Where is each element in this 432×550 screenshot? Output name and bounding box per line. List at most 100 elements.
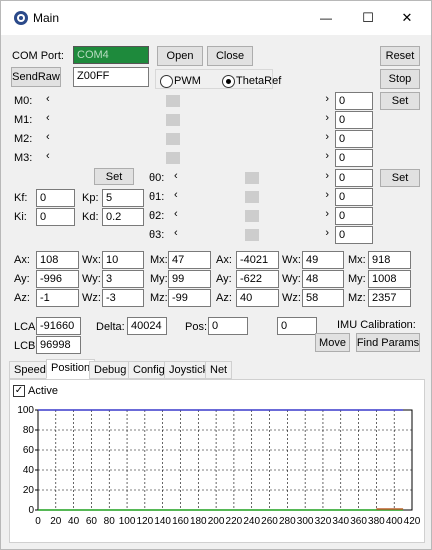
imu-value: -622	[236, 270, 279, 288]
imu-label: Ay:	[216, 273, 232, 285]
imu-label: Wx:	[282, 254, 301, 266]
reset-button[interactable]: Reset	[380, 46, 420, 66]
tab-debug[interactable]: Debug	[89, 361, 132, 379]
theta-3-value-input[interactable]: 0	[335, 226, 373, 244]
ki-label: Ki:	[14, 211, 27, 223]
theta-2-value-input[interactable]: 0	[335, 207, 373, 225]
chevron-left-icon[interactable]: ‹	[174, 227, 178, 239]
theta-3-slider[interactable]: ‹ ›	[171, 226, 332, 244]
chevron-left-icon[interactable]: ‹	[46, 112, 50, 124]
kp-input[interactable]: 5	[102, 189, 144, 207]
raw-command-input[interactable]: Z00FF	[73, 67, 149, 87]
x-tick-label: 80	[104, 516, 116, 527]
chevron-right-icon[interactable]: ›	[325, 150, 329, 162]
pos-input-1[interactable]: 0	[208, 317, 248, 335]
chevron-right-icon[interactable]: ›	[325, 93, 329, 105]
motor-2-slider-thumb[interactable]	[165, 133, 180, 145]
imu-label: Wy:	[82, 273, 101, 285]
com-port-label: COM Port:	[12, 50, 64, 62]
chevron-right-icon[interactable]: ›	[325, 208, 329, 220]
motor-0-slider[interactable]: ‹ ›	[43, 92, 332, 110]
chevron-left-icon[interactable]: ‹	[46, 131, 50, 143]
chevron-left-icon[interactable]: ‹	[46, 93, 50, 105]
motor-1-slider-thumb[interactable]	[165, 114, 180, 126]
theta-3-slider-thumb[interactable]	[244, 229, 259, 241]
minimize-button[interactable]: —	[306, 1, 346, 35]
imu-value: 1008	[368, 270, 411, 288]
imu-value: 47	[168, 251, 211, 269]
x-tick-label: 20	[50, 516, 62, 527]
chevron-right-icon[interactable]: ›	[325, 131, 329, 143]
position-tab-page: ✓ Active 0 20 40 60 80 100 120 140 160 180 200 220 2…	[9, 379, 425, 543]
move-button[interactable]: Move	[315, 333, 350, 352]
sendraw-button[interactable]: SendRaw	[11, 67, 61, 87]
motor-2-slider[interactable]: ‹ ›	[43, 130, 332, 148]
motor-1-slider[interactable]: ‹ ›	[43, 111, 332, 129]
x-tick-label: 220	[226, 516, 243, 527]
motor-1-value-input[interactable]: 0	[335, 111, 373, 129]
imu-label: Mz:	[150, 292, 168, 304]
chevron-left-icon[interactable]: ‹	[174, 189, 178, 201]
motor-3-value-input[interactable]: 0	[335, 149, 373, 167]
active-checkbox[interactable]: ✓	[13, 385, 25, 397]
kf-input[interactable]: 0	[36, 189, 75, 207]
maximize-button[interactable]: ☐	[348, 1, 388, 35]
motor-1-label: M1:	[14, 114, 33, 126]
position-chart: 0 20 40 60 80 100 120 140 160 180 200 220 240 260 280 3…	[17, 405, 421, 527]
theta-2-slider-thumb[interactable]	[244, 210, 259, 222]
pos-input-2[interactable]: 0	[277, 317, 317, 335]
theta-3-label: θ3:	[149, 229, 165, 241]
com-port-select[interactable]: COM4	[73, 46, 149, 64]
tab-speed[interactable]: Speed	[9, 361, 51, 379]
theta-1-label: θ1:	[149, 191, 165, 203]
tab-net[interactable]: Net	[205, 361, 233, 379]
motor-3-slider[interactable]: ‹ ›	[43, 149, 332, 167]
pwm-radio[interactable]	[160, 75, 173, 88]
theta-0-slider-thumb[interactable]	[244, 172, 259, 184]
y-tick-label: 80	[23, 425, 35, 436]
find-params-button[interactable]: Find Params	[356, 333, 420, 352]
imu-label: Az:	[216, 292, 232, 304]
x-tick-label: 400	[386, 516, 403, 527]
imu-label: Wz:	[82, 292, 101, 304]
y-tick-label: 40	[23, 465, 35, 476]
thetaref-radio[interactable]	[222, 75, 235, 88]
chevron-left-icon[interactable]: ‹	[174, 170, 178, 182]
gains-set-button[interactable]: Set	[94, 168, 134, 185]
delta-value: 40024	[127, 317, 167, 335]
theta-1-value-input[interactable]: 0	[335, 188, 373, 206]
x-tick-label: 60	[86, 516, 98, 527]
imu-value: -3	[102, 289, 144, 307]
motor-0-slider-thumb[interactable]	[165, 95, 180, 107]
thetas-set-button[interactable]: Set	[380, 169, 420, 187]
ki-input[interactable]: 0	[36, 208, 75, 226]
x-tick-label: 420	[404, 516, 421, 527]
chevron-right-icon[interactable]: ›	[325, 170, 329, 182]
tab-position[interactable]: Position	[46, 359, 96, 379]
theta-0-slider[interactable]: ‹ ›	[171, 169, 332, 187]
chevron-right-icon[interactable]: ›	[325, 112, 329, 124]
motor-3-label: M3:	[14, 152, 33, 164]
motor-3-slider-thumb[interactable]	[165, 152, 180, 164]
app-icon	[14, 11, 28, 25]
y-tick-label: 20	[23, 485, 35, 496]
chevron-left-icon[interactable]: ‹	[174, 208, 178, 220]
thetaref-label: ThetaRef	[236, 75, 282, 87]
motors-set-button[interactable]: Set	[380, 92, 420, 110]
theta-2-slider[interactable]: ‹ ›	[171, 207, 332, 225]
open-button[interactable]: Open	[157, 46, 203, 66]
chevron-right-icon[interactable]: ›	[325, 189, 329, 201]
imu-value: 2357	[368, 289, 411, 307]
motor-2-value-input[interactable]: 0	[335, 130, 373, 148]
kd-input[interactable]: 0.2	[102, 208, 144, 226]
theta-1-slider-thumb[interactable]	[244, 191, 259, 203]
close-button[interactable]: Close	[207, 46, 253, 66]
imu-label: Mx:	[150, 254, 168, 266]
chevron-left-icon[interactable]: ‹	[46, 150, 50, 162]
chevron-right-icon[interactable]: ›	[325, 227, 329, 239]
motor-0-value-input[interactable]: 0	[335, 92, 373, 110]
stop-button[interactable]: Stop	[380, 69, 420, 89]
theta-1-slider[interactable]: ‹ ›	[171, 188, 332, 206]
theta-0-value-input[interactable]: 0	[335, 169, 373, 187]
close-window-button[interactable]: ✕	[387, 1, 427, 35]
